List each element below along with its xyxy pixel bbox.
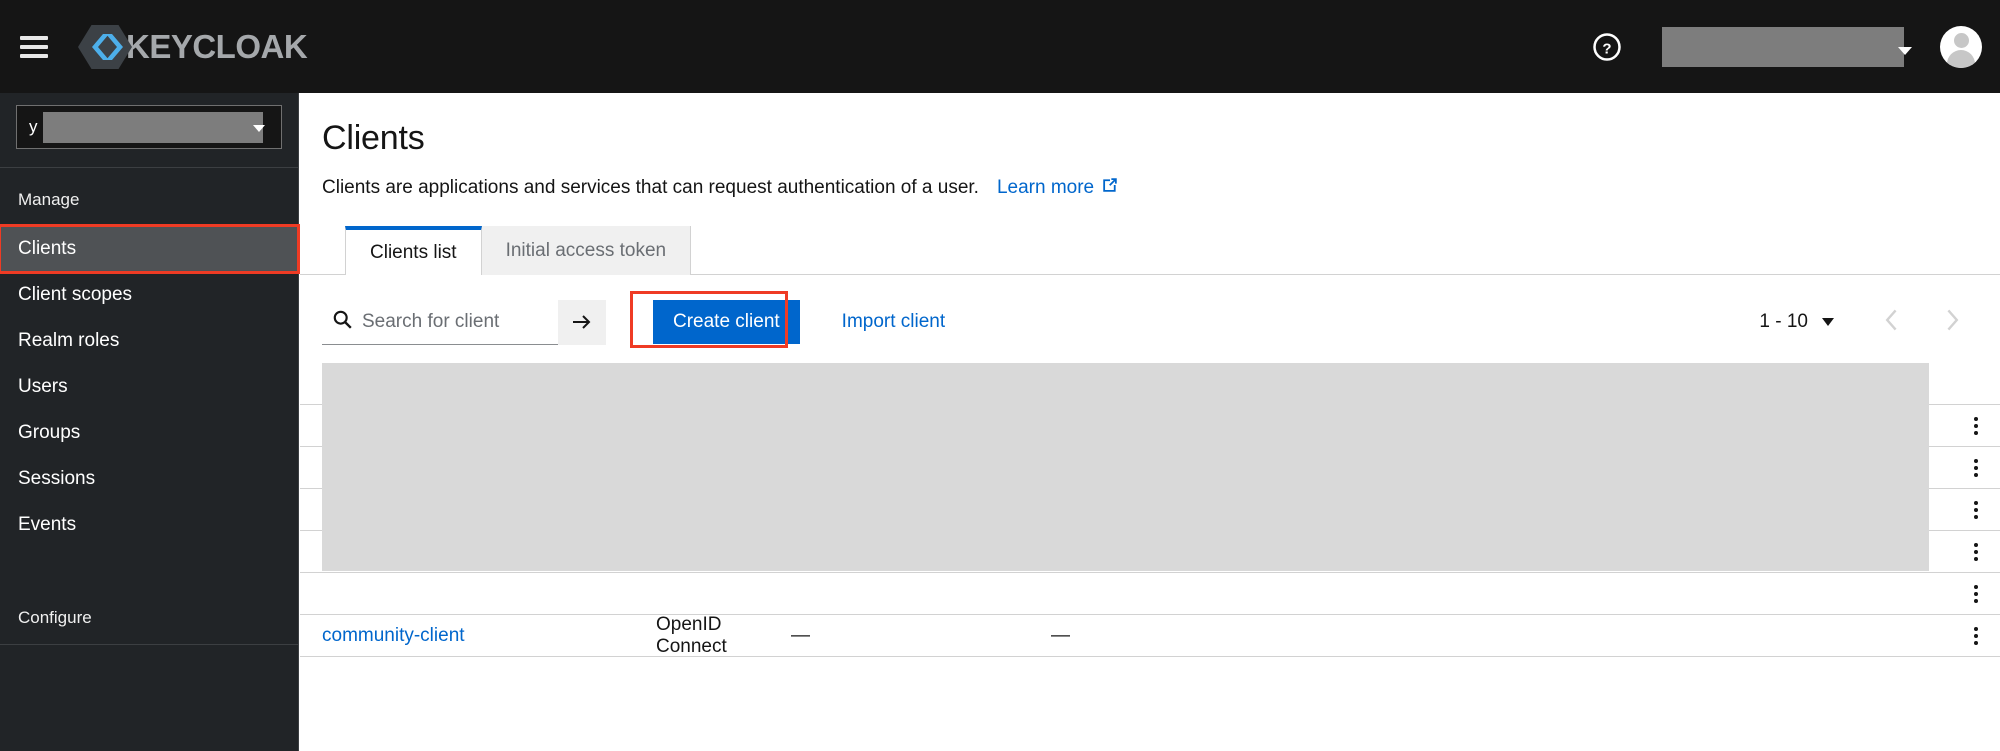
table-row[interactable] bbox=[300, 447, 2000, 489]
learn-more-link[interactable]: Learn more bbox=[997, 176, 1119, 200]
sidebar-divider-bottom bbox=[0, 644, 298, 645]
row-actions-kebab-icon[interactable] bbox=[1970, 413, 1982, 439]
table-row[interactable] bbox=[300, 489, 2000, 531]
page-title: Clients bbox=[322, 119, 2000, 158]
search-submit-button[interactable] bbox=[558, 300, 606, 345]
row-actions-kebab-icon[interactable] bbox=[1970, 497, 1982, 523]
keycloak-logo[interactable]: KEYCLOAK bbox=[78, 24, 307, 70]
page-description-row: Clients are applications and services th… bbox=[322, 176, 2000, 200]
pagination-dropdown-icon[interactable] bbox=[1822, 318, 1834, 326]
sidebar-item-client-scopes[interactable]: Client scopes bbox=[0, 272, 298, 318]
create-client-button[interactable]: Create client bbox=[653, 300, 800, 344]
hamburger-menu-icon[interactable] bbox=[20, 36, 48, 58]
search-icon bbox=[333, 310, 352, 334]
row-actions-kebab-icon[interactable] bbox=[1970, 539, 1982, 565]
sidebar-section-manage: Manage bbox=[0, 168, 298, 226]
realm-selector-row: y bbox=[0, 93, 298, 163]
sidebar-item-realm-roles[interactable]: Realm roles bbox=[0, 318, 298, 364]
external-link-icon bbox=[1101, 176, 1119, 200]
sidebar-item-users[interactable]: Users bbox=[0, 364, 298, 410]
realm-selector[interactable]: y bbox=[16, 105, 282, 149]
page-header: Clients Clients are applications and ser… bbox=[300, 93, 2000, 200]
masthead: KEYCLOAK ? bbox=[0, 0, 2000, 93]
tab-initial-access-token[interactable]: Initial access token bbox=[482, 226, 692, 275]
sidebar-item-sessions[interactable]: Sessions bbox=[0, 456, 298, 502]
sidebar-item-label: Events bbox=[18, 514, 76, 535]
user-menu-toggle[interactable] bbox=[1662, 27, 1912, 67]
column-header-type: Type bbox=[656, 371, 791, 393]
chevron-down-icon bbox=[1898, 47, 1912, 55]
import-client-button[interactable]: Import client bbox=[842, 311, 945, 333]
realm-selector-value: y bbox=[17, 117, 38, 137]
sidebar-item-label: Sessions bbox=[18, 468, 95, 489]
clients-table: Client ID Type Description Home URL bbox=[300, 359, 2000, 657]
sidebar-item-label: Realm roles bbox=[18, 330, 119, 351]
learn-more-label: Learn more bbox=[997, 177, 1094, 199]
cell-type: OpenID Connect bbox=[656, 614, 791, 658]
chevron-down-icon bbox=[253, 125, 265, 132]
pagination-nav bbox=[1862, 308, 1982, 337]
row-actions-kebab-icon[interactable] bbox=[1970, 455, 1982, 481]
avatar[interactable] bbox=[1940, 26, 1982, 68]
sidebar-item-label: Users bbox=[18, 376, 68, 397]
sidebar-item-label: Groups bbox=[18, 422, 80, 443]
column-header-client-id: Client ID bbox=[322, 371, 656, 393]
keycloak-mark-icon bbox=[78, 24, 132, 70]
sidebar-item-groups[interactable]: Groups bbox=[0, 410, 298, 456]
brand-text: KEYCLOAK bbox=[126, 28, 307, 66]
row-actions-kebab-icon[interactable] bbox=[1970, 581, 1982, 607]
tab-clients-list[interactable]: Clients list bbox=[345, 226, 482, 275]
search-box[interactable] bbox=[322, 300, 558, 345]
column-header-description: Description bbox=[791, 371, 1051, 393]
pagination-range: 1 - 10 bbox=[1759, 311, 1808, 333]
cell-client-id[interactable]: community-client bbox=[322, 625, 656, 647]
table-row[interactable]: community-client OpenID Connect — — bbox=[300, 615, 2000, 657]
sidebar-item-label: Clients bbox=[18, 238, 76, 259]
sidebar-section-configure: Configure bbox=[0, 586, 298, 644]
tab-label: Clients list bbox=[370, 242, 457, 264]
table-row[interactable] bbox=[300, 573, 2000, 615]
pagination: 1 - 10 bbox=[1759, 308, 1982, 337]
username-redacted bbox=[1662, 27, 1904, 67]
tab-label: Initial access token bbox=[506, 240, 667, 262]
masthead-actions: ? bbox=[1592, 26, 1982, 68]
cell-description: — bbox=[791, 625, 1051, 647]
main-content: Clients Clients are applications and ser… bbox=[300, 93, 2000, 751]
help-icon[interactable]: ? bbox=[1592, 32, 1622, 62]
sidebar-item-clients[interactable]: Clients bbox=[0, 226, 298, 272]
column-header-home-url: Home URL bbox=[1051, 371, 2000, 393]
sidebar-item-label: Client scopes bbox=[18, 284, 132, 305]
cell-home-url: — bbox=[1051, 625, 2000, 647]
svg-text:?: ? bbox=[1602, 40, 1611, 57]
sidebar: y Manage Clients Client scopes Realm rol… bbox=[0, 93, 299, 751]
sidebar-spacer bbox=[0, 548, 298, 586]
table-row[interactable] bbox=[300, 531, 2000, 573]
toolbar: Create client Import client 1 - 10 bbox=[322, 297, 2000, 347]
table-row[interactable] bbox=[300, 405, 2000, 447]
realm-name-redacted bbox=[43, 112, 263, 143]
pagination-next-button[interactable] bbox=[1922, 308, 1982, 337]
search-group bbox=[322, 300, 606, 345]
row-actions-kebab-icon[interactable] bbox=[1970, 623, 1982, 649]
tab-list: Clients list Initial access token bbox=[345, 226, 2000, 275]
search-input[interactable] bbox=[362, 311, 558, 333]
page-description: Clients are applications and services th… bbox=[322, 177, 979, 199]
table-header-row: Client ID Type Description Home URL bbox=[300, 359, 2000, 405]
sidebar-item-events[interactable]: Events bbox=[0, 502, 298, 548]
pagination-prev-button[interactable] bbox=[1862, 308, 1922, 337]
